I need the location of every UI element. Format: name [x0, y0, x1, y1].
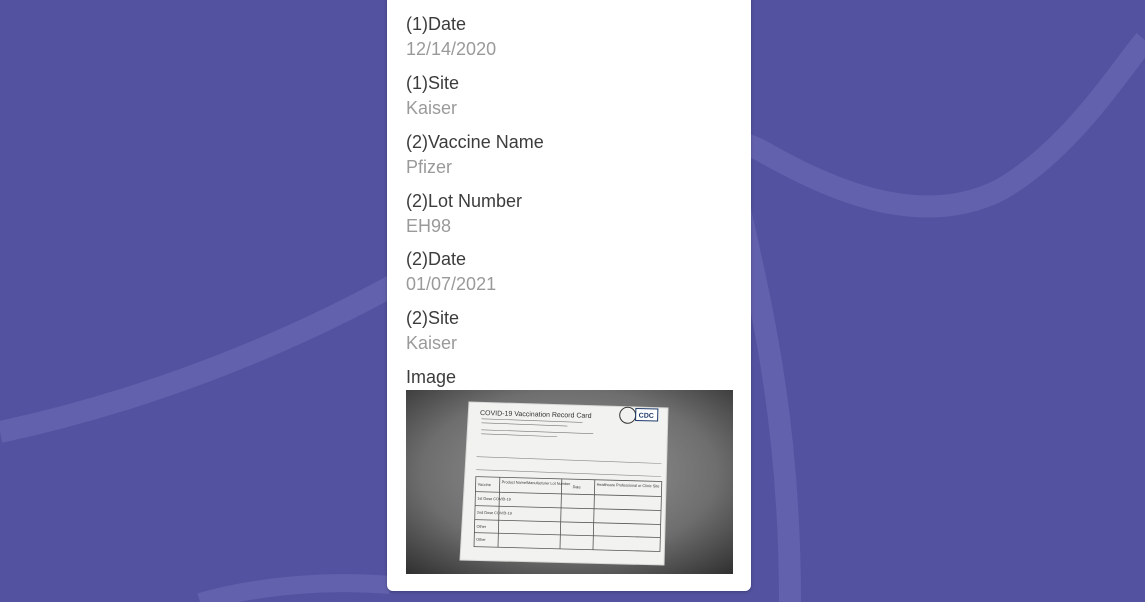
- field-value: Kaiser: [406, 333, 458, 353]
- field-label: (2)Vaccine Name: [406, 132, 544, 152]
- column-vaccine: Vaccine: [478, 483, 491, 487]
- column-date: Date: [573, 485, 581, 489]
- field-label: (2)Site: [406, 308, 460, 328]
- field-dose2-vaccine-name: (2)Vaccine Name Pfizer: [406, 131, 544, 178]
- field-dose1-site: (1)Site Kaiser: [406, 72, 459, 119]
- field-label: (1)Date: [406, 14, 467, 34]
- field-label: (2)Date: [406, 249, 467, 269]
- row-other-2: Other: [476, 538, 486, 542]
- field-value: 12/14/2020: [406, 39, 497, 59]
- field-dose2-site: (2)Site Kaiser: [406, 307, 459, 354]
- field-value: Kaiser: [406, 98, 458, 118]
- field-label: (2)Lot Number: [406, 191, 523, 211]
- vaccination-record-card: (1)Date 12/14/2020 (1)Site Kaiser (2)Vac…: [387, 0, 751, 591]
- vaccination-card-photo[interactable]: COVID-19 Vaccination Record Card CDC Vac…: [406, 390, 733, 574]
- field-value: EH98: [406, 216, 452, 236]
- row-other-1: Other: [476, 525, 486, 529]
- field-label: (1)Site: [406, 73, 460, 93]
- image-label: Image: [406, 367, 457, 387]
- field-dose1-date: (1)Date 12/14/2020: [406, 13, 496, 60]
- field-dose2-date: (2)Date 01/07/2021: [406, 248, 496, 295]
- field-value: Pfizer: [406, 157, 453, 177]
- field-value: 01/07/2021: [406, 274, 497, 294]
- cdc-logo-text: CDC: [639, 413, 654, 420]
- field-dose2-lot-number: (2)Lot Number EH98: [406, 190, 522, 237]
